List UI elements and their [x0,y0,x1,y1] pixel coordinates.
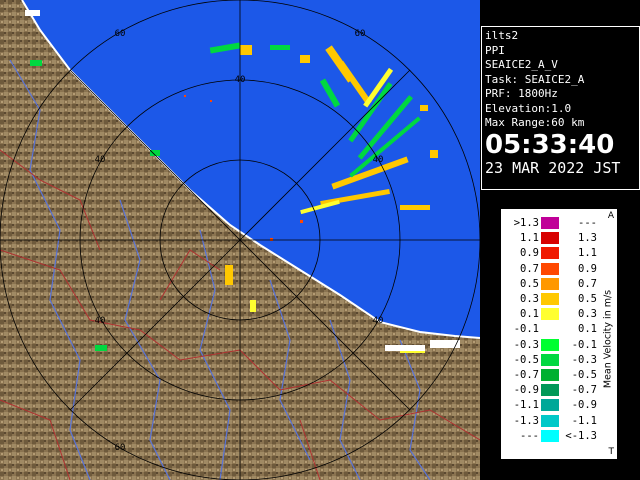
legend-upper-bound: -0.7 [571,384,597,397]
legend-upper-bound: -0.3 [571,353,597,366]
legend-color-swatch [541,293,559,305]
legend-lower-bound: 0.3 [520,293,539,305]
legend-lower-bound: -0.9 [513,384,539,397]
product-name: SEAICE2_A_V [485,58,558,71]
legend-upper-bound: 1.3 [578,232,597,245]
legend-upper-bound: -1.1 [571,414,597,427]
range-ring-label: 60 [355,29,366,39]
legend-color-swatch [541,277,559,290]
legend-color-swatch [541,247,559,260]
legend-upper-bound: 1.1 [578,247,597,260]
legend-color-swatch [541,323,559,336]
legend-color-swatch [541,308,559,321]
legend-color-swatch [541,217,559,229]
scan-mode: PPI [485,43,505,57]
legend-color-swatch [541,429,559,442]
legend-color-swatch [541,338,559,351]
range-ring-label: 40 [95,155,106,165]
task-name: Task: SEAICE2_A [485,72,585,86]
legend-lower-bound: --- [520,429,539,442]
legend-color-swatch [541,353,559,366]
legend-lower-bound: >1.3 [513,217,539,229]
legend-color-swatch [541,232,559,245]
legend-upper-bound: -0.9 [571,399,597,412]
legend-lower-bound: 0.9 [520,247,539,260]
radar-ppi-map[interactable]: 60 40 60 40 40 40 40 60 [0,0,480,480]
legend-lower-bound: -0.1 [513,323,539,336]
scan-time: 05:33:40 [485,129,615,160]
legend-lower-bound: -0.7 [513,369,539,381]
site-name: ilts2 [485,29,519,42]
legend-upper-bound: 0.7 [578,277,597,290]
legend-corner-top: A [607,211,614,221]
range-ring-label: 40 [95,316,106,326]
legend-color-swatch [541,369,559,381]
range-ring-label: 40 [235,75,246,85]
legend-upper-bound: -0.5 [571,369,597,381]
range-ring-label: 60 [115,29,126,39]
legend-unit-label: Mean Velocity in m/s [601,239,615,439]
legend-upper-bound: <-1.3 [565,429,597,442]
legend-lower-bound: -1.3 [513,414,539,427]
legend-lower-bound: 0.5 [520,277,539,290]
legend-lower-bound: -0.5 [513,353,539,366]
range-rings [0,0,480,480]
legend-upper-bound: 0.5 [578,293,597,305]
info-panel: ilts2 PPI SEAICE2_A_V Task: SEAICE2_A PR… [481,26,640,190]
legend-title: Mean Velocity in m/s [602,289,614,389]
legend-lower-bound: -1.1 [513,399,539,412]
legend-color-swatch [541,262,559,275]
max-range-value: Max Range:60 km [485,116,585,129]
scan-date: 23 MAR 2022 JST [485,158,621,177]
legend-color-swatch [541,414,559,427]
velocity-legend: >1.3 --- 1.1 1.3 0.9 1.1 0.7 0.9 0.5 0.7 0.3 0.5 0.1… [500,208,618,460]
range-ring-label: 40 [373,316,384,326]
legend-color-swatch [541,384,559,397]
elevation-value: Elevation:1.0 [485,101,572,115]
legend-lower-bound: 0.7 [520,262,539,275]
legend-corner-bottom: T [608,447,615,457]
legend-lower-bound: -0.3 [513,338,539,351]
legend-upper-bound: --- [578,217,597,229]
legend-row: >1.3 --- [501,217,619,229]
legend-upper-bound: 0.9 [578,262,597,275]
legend-upper-bound: 0.1 [578,323,597,336]
range-ring-label: 40 [373,155,384,165]
legend-upper-bound: 0.3 [578,308,597,321]
legend-color-swatch [541,399,559,412]
legend-upper-bound: -0.1 [571,338,597,351]
range-ring-label: 60 [115,443,126,453]
prf-value: PRF: 1800Hz [485,87,558,100]
legend-lower-bound: 1.1 [520,232,539,245]
legend-lower-bound: 0.1 [520,308,539,321]
